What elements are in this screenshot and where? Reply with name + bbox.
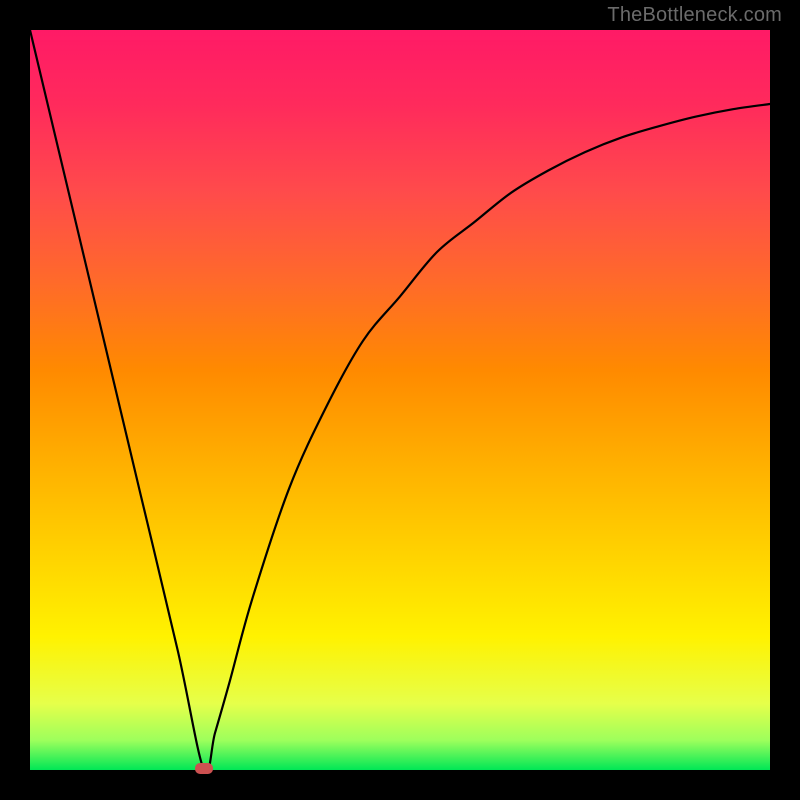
bottleneck-curve <box>30 30 770 770</box>
watermark-text: TheBottleneck.com <box>607 4 782 27</box>
minimum-marker <box>195 763 213 774</box>
chart-frame: TheBottleneck.com <box>0 0 800 800</box>
plot-area <box>30 30 770 770</box>
